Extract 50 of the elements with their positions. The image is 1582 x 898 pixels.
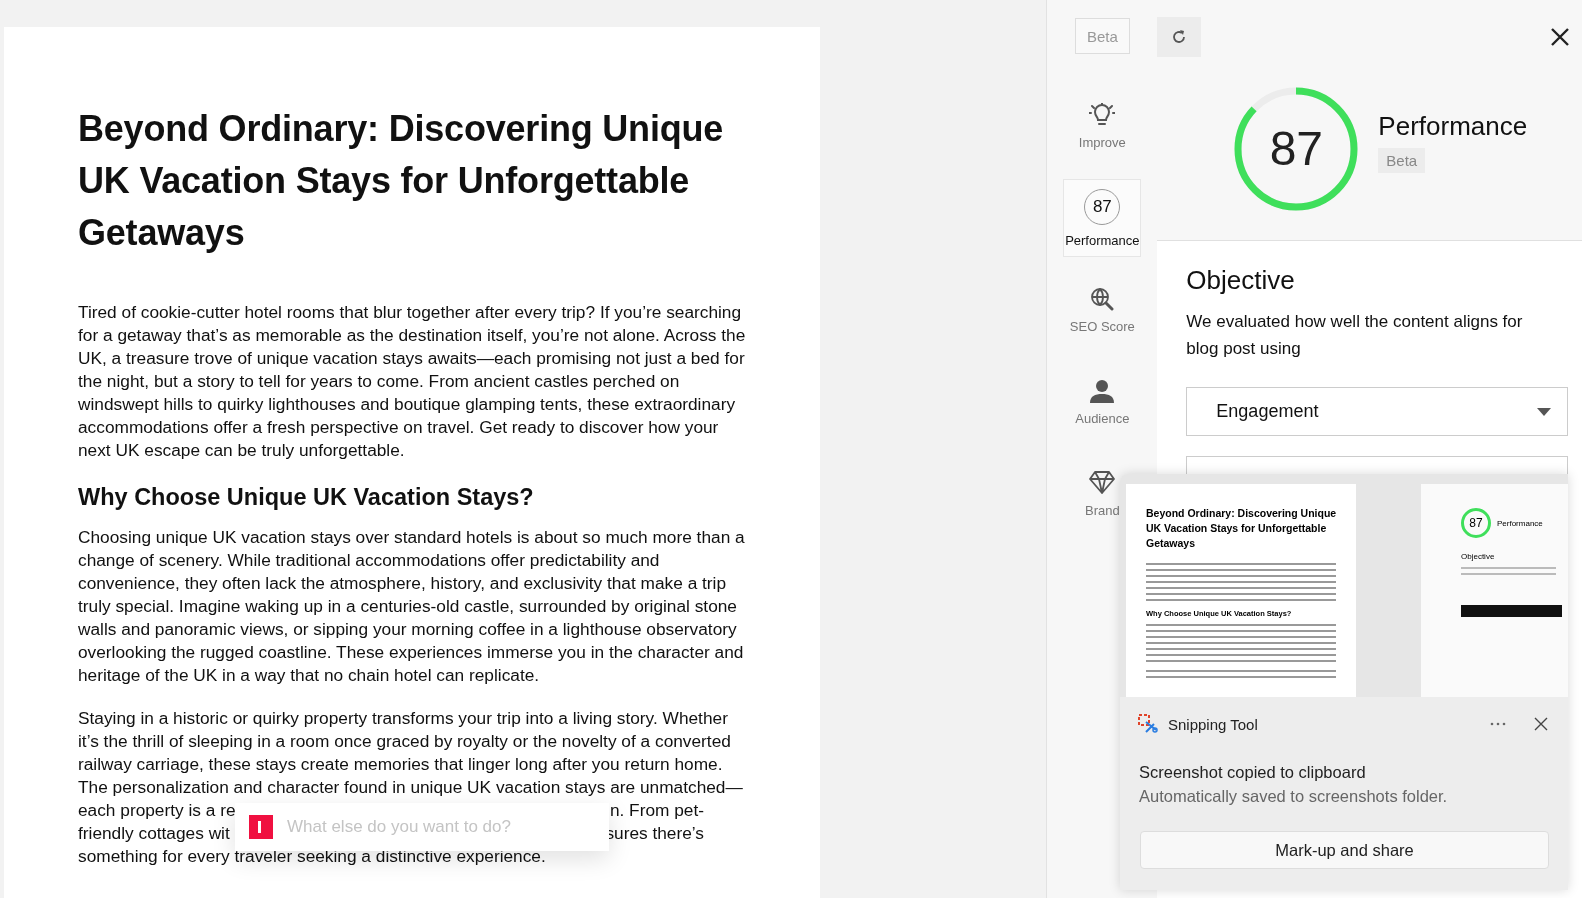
objective-heading: Objective: [1186, 265, 1296, 296]
prompt-field[interactable]: What else do you want to do?: [285, 816, 589, 838]
nav-item[interactable]: Improve: [1063, 87, 1142, 165]
nav-label: SEO Score: [1069, 318, 1135, 334]
score-title: Performance: [1378, 111, 1528, 142]
cursor-icon: [249, 815, 273, 839]
more-icon: [1490, 722, 1506, 726]
close-icon: [1534, 717, 1548, 731]
score-value: 87: [1269, 125, 1324, 173]
diamond-icon: [1089, 470, 1116, 495]
thumbnail-gauge: 87: [1461, 508, 1491, 538]
nav-label: Audience: [1075, 410, 1130, 426]
article-title: Beyond Ordinary: Discovering Unique UK Vacation Stays for Unforgettable Getaways: [78, 107, 725, 255]
snipping-tool-icon: [1138, 714, 1158, 734]
beta-button[interactable]: Beta: [1074, 18, 1130, 54]
globe-search-icon: [1090, 286, 1115, 311]
nav-item[interactable]: Brand: [1063, 455, 1142, 533]
paragraph: Choosing unique UK vacation stays over standard hotels is about so much more than a change of scenery. While traditional accommodations offer predictability and convenience, they often lack the atmosphere, history, and exclusivity that make a trip truly special. Imagine waking up in a centuries-old castle, surrounded by original stone walls and panoramic views, or sipping your morning coffee in a lighthouse observatory overlooking the rugged coastline. These experiences immerse you in the character and heritage of the UK in a way that no chain hotel can replicate.: [78, 526, 746, 687]
person-icon: [1090, 378, 1115, 403]
objective-text: We evaluated how well the content aligns for blog post using: [1186, 311, 1524, 360]
text-fragment: each property is a re: [78, 799, 236, 822]
text-fragment: friendly cottages wit: [78, 822, 230, 845]
nav-label: Brand: [1085, 503, 1120, 518]
notification-message: Automatically saved to screenshots folder.: [1138, 786, 1449, 806]
thumbnail-score-title: Performance: [1497, 518, 1543, 528]
refresh-button[interactable]: [1157, 17, 1202, 57]
nav-item[interactable]: SEO Score: [1063, 271, 1142, 349]
text-fragment: n. From pet-: [609, 799, 704, 822]
close-icon: [1550, 27, 1570, 47]
text-line: it’s the thrill of sleeping in a room once graced by royalty or the novelty of a converted: [78, 730, 732, 753]
dropdown-field[interactable]: Engagement: [1186, 387, 1568, 436]
text-line: The personalization and character found in unique UK vacation stays are unmatched—: [78, 776, 744, 799]
markup-share-button[interactable]: Mark-up and share: [1140, 831, 1549, 869]
paragraph: Tired of cookie-cutter hotel rooms that blur together after every trip? If you’re searching for a getaway that’s as memorable as the destination itself, you’re not alone. Across the UK, a treasure trove of unique vacation stays awaits—each promising not just a bed for the night, but a story to tell for years to come. From ancient castles perched on windswept hills to quirky lighthouses and boutique glamping tents, these extraordinary accommodations offer a fresh perspective on travel. Get ready to discover how your next UK escape can be truly unforgettable.: [78, 301, 747, 462]
app-name: Snipping Tool: [1168, 715, 1259, 733]
nav-item[interactable]: 87 Performance: [1063, 179, 1142, 257]
text-line: Staying in a historic or quirky property transforms your trip into a living story. Whether: [78, 707, 729, 730]
thumbnail-title: Beyond Ordinary: Discovering Unique UK Vacation Stays for Unforgettable Getaways: [1146, 506, 1338, 551]
thumbnail-objective: Objective: [1461, 552, 1496, 561]
refresh-icon: [1171, 29, 1188, 45]
notification-title: Screenshot copied to clipboard: [1138, 762, 1367, 782]
section-heading: Why Choose Unique UK Vacation Stays?: [78, 483, 535, 512]
text-line: railway carriage, these stays create memories that linger long after you return home.: [78, 753, 724, 776]
lightbulb-icon: [1089, 102, 1116, 127]
nav-label: Performance: [1065, 232, 1140, 248]
beta-badge: Beta: [1378, 148, 1426, 173]
nav-item[interactable]: Audience: [1063, 363, 1142, 441]
caret-icon: [1537, 407, 1551, 416]
text-line: something for every traveler seeking a distinctive experience.: [78, 845, 547, 868]
nav-label: Improve: [1078, 134, 1126, 150]
